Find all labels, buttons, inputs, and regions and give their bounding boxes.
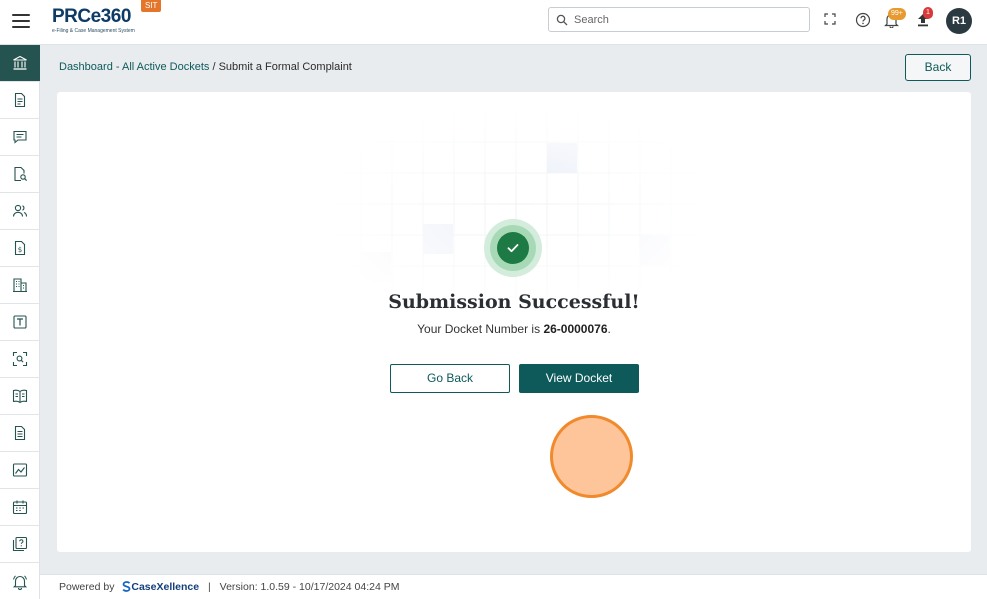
- footer-powered-by: Powered by: [59, 581, 115, 593]
- go-back-button[interactable]: Go Back: [390, 364, 510, 393]
- help-document-icon: [12, 536, 28, 552]
- users-icon: [12, 204, 28, 217]
- sidebar: $: [0, 45, 40, 599]
- docket-suffix: .: [607, 322, 611, 336]
- environment-badge: SIT: [141, 0, 162, 12]
- sidebar-item-documents[interactable]: [0, 82, 40, 119]
- grid-background-decoration: [337, 112, 697, 312]
- sidebar-item-scan[interactable]: [0, 341, 40, 378]
- click-indicator: [550, 415, 633, 498]
- footer: Powered by CaseXellence | Version: 1.0.5…: [40, 574, 987, 599]
- sidebar-item-messages[interactable]: [0, 119, 40, 156]
- building-icon: [13, 278, 27, 293]
- success-check-icon: [484, 219, 542, 277]
- sidebar-item-organizations[interactable]: [0, 267, 40, 304]
- search-input[interactable]: [574, 11, 804, 28]
- footer-brand[interactable]: CaseXellence: [131, 581, 199, 593]
- breadcrumb-link-dashboard[interactable]: Dashboard - All Active Dockets: [59, 61, 209, 73]
- docket-number: 26-0000076: [543, 322, 608, 336]
- user-avatar[interactable]: R1: [946, 8, 972, 34]
- footer-version: Version: 1.0.59 - 10/17/2024 04:24 PM: [219, 581, 400, 593]
- breadcrumb-separator: /: [212, 61, 216, 73]
- docket-prefix: Your Docket Number is: [417, 322, 541, 336]
- logo-text: PRCe360: [52, 6, 131, 27]
- text-box-icon: [13, 315, 27, 329]
- page-icon: [14, 425, 26, 441]
- success-title: Submission Successful!: [388, 291, 640, 313]
- sidebar-item-analytics[interactable]: [0, 452, 40, 489]
- breadcrumb: Dashboard - All Active Dockets / Submit …: [59, 61, 352, 73]
- uploads-count-badge: 1: [923, 7, 933, 19]
- sidebar-item-library[interactable]: [0, 378, 40, 415]
- sidebar-item-search-documents[interactable]: [0, 156, 40, 193]
- chart-image-icon: [12, 463, 28, 477]
- view-docket-button[interactable]: View Docket: [519, 364, 639, 393]
- top-bar: PRCe360 e-Filing & Case Management Syste…: [0, 0, 987, 45]
- success-card: Submission Successful! Your Docket Numbe…: [57, 92, 971, 552]
- docket-number-text: Your Docket Number is 26-0000076.: [57, 322, 971, 336]
- document-search-icon: [14, 166, 28, 182]
- svg-text:$: $: [18, 246, 22, 254]
- sidebar-item-templates[interactable]: [0, 304, 40, 341]
- app-logo[interactable]: PRCe360 e-Filing & Case Management Syste…: [52, 6, 142, 38]
- breadcrumb-current: Submit a Formal Complaint: [218, 61, 352, 73]
- scan-icon: [12, 351, 28, 367]
- back-button[interactable]: Back: [905, 54, 971, 81]
- sidebar-item-users[interactable]: [0, 193, 40, 230]
- search-icon: [556, 14, 568, 26]
- footer-separator: |: [208, 581, 211, 593]
- fullscreen-icon[interactable]: [823, 12, 839, 28]
- chat-icon: [13, 130, 27, 144]
- sidebar-item-reports[interactable]: [0, 415, 40, 452]
- book-icon: [12, 389, 28, 404]
- institution-icon: [13, 55, 27, 70]
- bell-icon: [12, 575, 28, 590]
- invoice-icon: $: [14, 240, 26, 256]
- search-box[interactable]: [548, 7, 810, 32]
- notifications-count-badge: 99+: [888, 8, 906, 20]
- sidebar-item-help[interactable]: [0, 526, 40, 563]
- menu-icon[interactable]: [12, 14, 30, 28]
- logo-subtitle: e-Filing & Case Management System: [52, 28, 135, 34]
- sidebar-item-billing[interactable]: $: [0, 230, 40, 267]
- document-icon: [14, 92, 26, 108]
- help-icon[interactable]: [855, 12, 871, 28]
- sidebar-item-calendar[interactable]: [0, 489, 40, 526]
- sidebar-item-alerts[interactable]: [0, 563, 40, 599]
- sidebar-item-dashboard[interactable]: [0, 45, 40, 82]
- calendar-icon: [12, 500, 28, 515]
